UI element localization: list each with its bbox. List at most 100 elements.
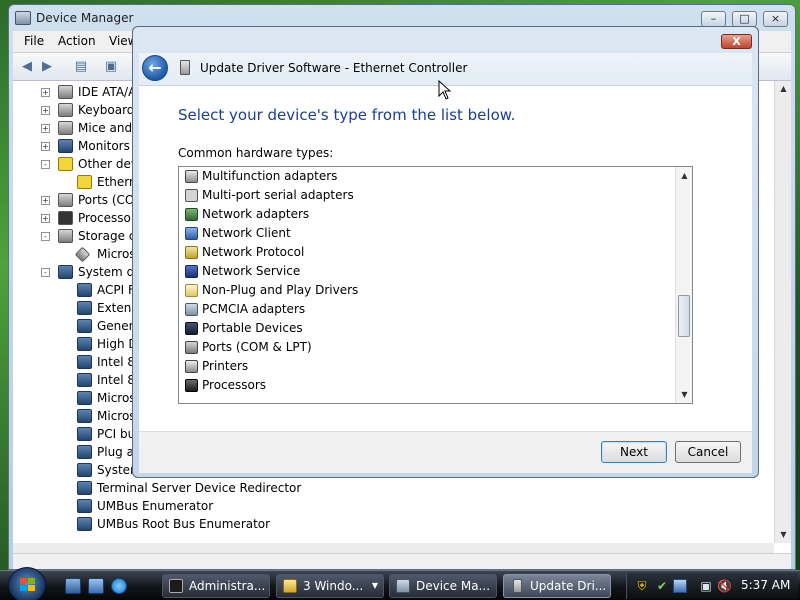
list-item-label: Network adapters (202, 207, 310, 221)
collapse-icon[interactable]: - (41, 268, 50, 277)
scroll-up-icon[interactable]: ▲ (676, 167, 692, 184)
tree-scrollbar[interactable]: ▲ ▼ (774, 81, 791, 543)
next-button[interactable]: Next (601, 441, 667, 463)
network-status-icon[interactable] (673, 579, 687, 593)
tree-row[interactable]: UMBus Root Bus Enumerator (13, 515, 313, 533)
other-devices-icon (58, 157, 73, 171)
tree-row[interactable]: + Monitors (13, 137, 143, 155)
security-shield-icon[interactable]: ⛨ (635, 579, 649, 593)
network-disconnected-icon[interactable]: ▣ (699, 579, 713, 593)
taskbar-item-update-driver[interactable]: Update Dri... (503, 574, 611, 598)
list-item-label: Network Service (202, 264, 301, 278)
instruction-text: Select your device's type from the list … (178, 106, 516, 124)
tree-horizontal-scrollbar[interactable] (13, 543, 774, 553)
command-prompt-icon (169, 579, 183, 593)
network-client-icon (185, 227, 198, 240)
tree-row[interactable]: Etherne (13, 173, 144, 191)
taskbar-item-device-manager[interactable]: Device Ma... (389, 574, 497, 598)
close-button[interactable]: × (763, 11, 788, 27)
collapse-icon[interactable]: - (41, 160, 50, 169)
tree-row[interactable]: Micros (13, 245, 143, 263)
tree-row[interactable]: + Mice and (13, 119, 143, 137)
list-item-label: Portable Devices (202, 321, 303, 335)
tree-row[interactable]: Intel 82 (13, 353, 143, 371)
com-port-icon (185, 341, 198, 354)
tree-label: Micros (97, 409, 136, 423)
tree-row[interactable]: - Other devi (13, 155, 143, 173)
list-item-label: Multifunction adapters (202, 169, 338, 183)
tree-row[interactable]: UMBus Enumerator (13, 497, 313, 515)
tree-row[interactable]: - Storage co (13, 227, 143, 245)
tree-row[interactable]: Extend (13, 299, 143, 317)
tree-row[interactable]: ACPI F (13, 281, 143, 299)
storage-icon (58, 229, 73, 243)
forward-arrow-icon[interactable]: ▶ (39, 59, 55, 75)
menu-file[interactable]: File (24, 34, 44, 48)
expand-icon[interactable]: + (41, 124, 50, 133)
scroll-down-icon[interactable]: ▼ (775, 527, 792, 543)
start-button[interactable] (8, 567, 46, 600)
folder-icon (283, 579, 297, 593)
expand-icon[interactable]: + (41, 88, 50, 97)
back-arrow-icon[interactable]: ◀ (19, 59, 35, 75)
tree-label: UMBus Root Bus Enumerator (97, 517, 271, 531)
portable-device-icon (185, 322, 198, 335)
scroll-up-icon[interactable]: ▲ (775, 81, 792, 97)
tree-row[interactable]: High D (13, 335, 143, 353)
pcmcia-icon (185, 303, 198, 316)
maximize-button[interactable]: □ (732, 11, 757, 27)
tree-row[interactable]: + Processors (13, 209, 143, 227)
tree-label: Micros (97, 391, 136, 405)
chevron-down-icon: ▼ (371, 581, 378, 590)
status-bar (13, 553, 791, 569)
system-tray: ⛨ ✔ ▣ 🔇 5:37 AM (626, 573, 798, 599)
dialog-content: Select your device's type from the list … (139, 85, 752, 431)
list-scrollbar[interactable]: ▲ ▼ (675, 167, 692, 403)
tree-label: IDE ATA/A (78, 85, 137, 99)
taskbar-item-windows-group[interactable]: 3 Windo... ▼ (276, 574, 384, 598)
scan-icon[interactable]: ▣ (103, 59, 119, 75)
tree-row[interactable]: + IDE ATA/A (13, 83, 143, 101)
expand-icon[interactable]: + (41, 106, 50, 115)
collapse-icon[interactable]: - (41, 232, 50, 241)
cancel-button[interactable]: Cancel (675, 441, 741, 463)
tree-row[interactable]: Micros (13, 407, 143, 425)
menu-action[interactable]: Action (58, 34, 96, 48)
volume-muted-icon[interactable]: 🔇 (717, 579, 732, 593)
minimize-button[interactable]: – (701, 11, 726, 27)
hardware-types-list[interactable]: Multifunction adapters Multi-port serial… (178, 166, 693, 404)
expand-icon[interactable]: + (41, 214, 50, 223)
tree-row[interactable]: + Ports (CON (13, 191, 143, 209)
multifunction-icon (185, 170, 198, 183)
show-desktop-icon[interactable] (65, 578, 81, 594)
taskbar-item-administrator[interactable]: Administra... (162, 574, 270, 598)
back-button[interactable]: ← (142, 55, 168, 81)
tree-row[interactable]: + Keyboards (13, 101, 143, 119)
system-device-icon (77, 337, 92, 351)
internet-explorer-icon[interactable] (111, 578, 127, 594)
clock[interactable]: 5:37 AM (741, 578, 790, 592)
scroll-thumb[interactable] (678, 295, 690, 337)
network-icon[interactable]: ✔ (655, 579, 669, 593)
tree-row[interactable]: Terminal Server Device Redirector (13, 479, 313, 497)
switch-windows-icon[interactable] (88, 578, 104, 594)
expand-icon[interactable]: + (41, 142, 50, 151)
dialog-close-button[interactable]: X (721, 34, 752, 49)
tree-row[interactable]: Generic (13, 317, 144, 335)
tree-row[interactable]: Plug ar (13, 443, 143, 461)
scroll-down-icon[interactable]: ▼ (676, 386, 692, 403)
expand-icon[interactable]: + (41, 196, 50, 205)
list-item-label: Network Protocol (202, 245, 305, 259)
network-card-icon (513, 579, 522, 593)
tree-row[interactable]: - System de (13, 263, 143, 281)
tree-row[interactable]: Micros (13, 389, 143, 407)
tree-row[interactable]: System (13, 461, 143, 479)
system-device-icon (77, 301, 92, 315)
tree-row[interactable]: Intel 82 (13, 371, 143, 389)
tree-label: UMBus Enumerator (97, 499, 214, 513)
tree-row[interactable]: PCI bu (13, 425, 143, 443)
system-device-icon (77, 481, 92, 495)
processor-icon (185, 379, 198, 392)
tree-label: PCI bu (97, 427, 136, 441)
properties-icon[interactable]: ▤ (73, 59, 89, 75)
